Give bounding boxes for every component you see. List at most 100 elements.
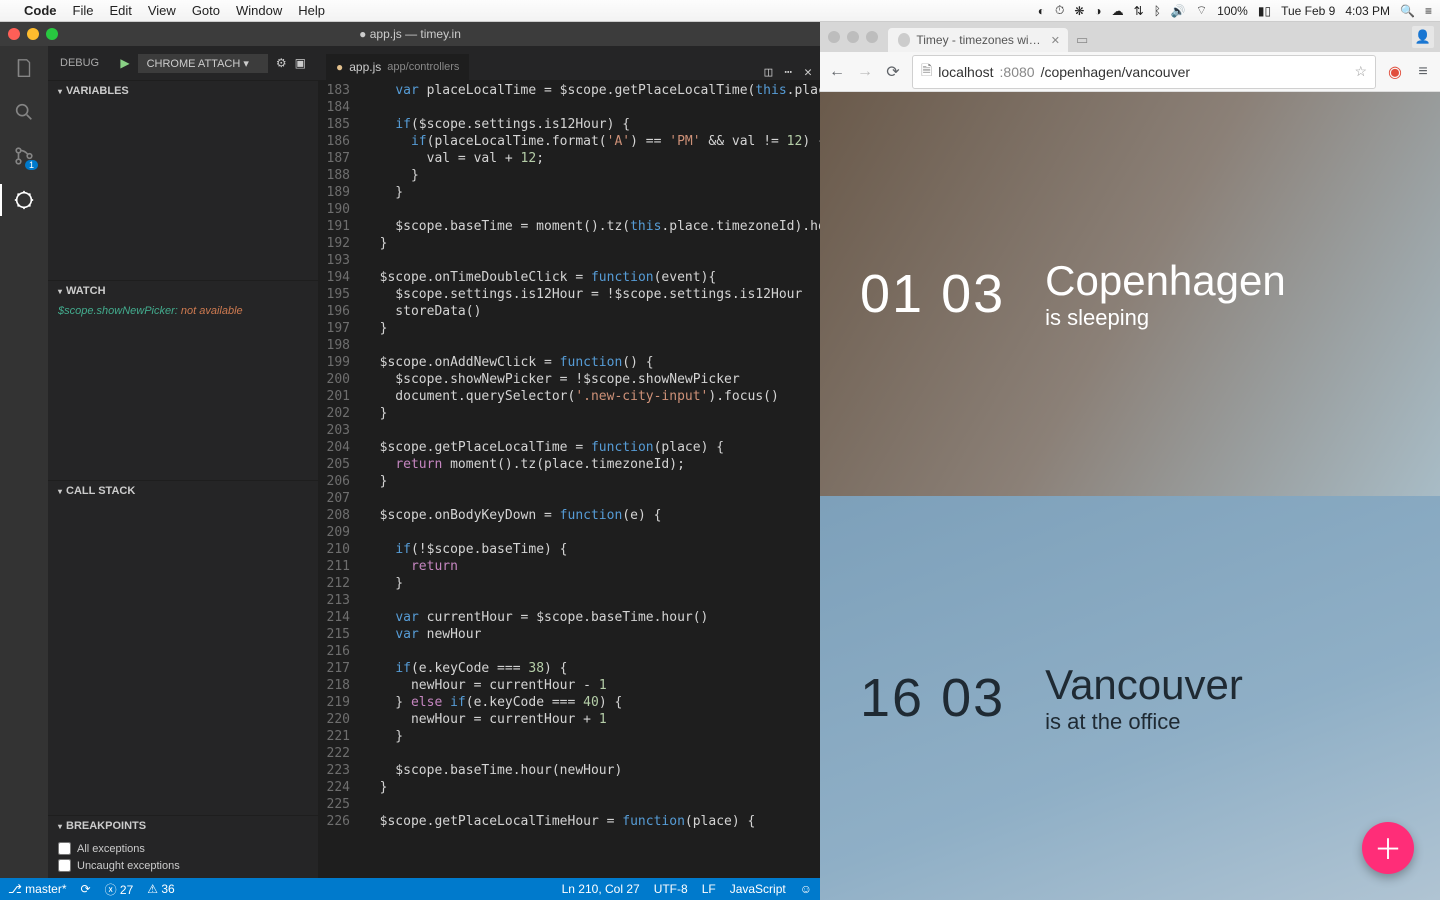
code-line[interactable]: 192 } — [318, 235, 820, 252]
code-line[interactable]: 185 if($scope.settings.is12Hour) { — [318, 116, 820, 133]
menubar-time[interactable]: 4:03 PM — [1345, 4, 1390, 18]
breakpoints-section-header[interactable]: ▾BREAKPOINTS — [48, 816, 318, 836]
bookmark-icon[interactable]: ☆ — [1354, 63, 1367, 80]
code-line[interactable]: 193 — [318, 252, 820, 269]
chrome-menu-icon[interactable]: ≡ — [1414, 63, 1432, 81]
menubar-date[interactable]: Tue Feb 9 — [1281, 4, 1335, 18]
search-icon[interactable] — [12, 100, 36, 124]
window-minimize-icon[interactable] — [27, 28, 39, 40]
browser-tab[interactable]: Timey - timezones with a h ✕ — [888, 28, 1068, 52]
add-city-button[interactable]: ＋ — [1362, 822, 1414, 874]
timezone-card[interactable]: 01 03 Copenhagen is sleeping — [820, 92, 1440, 496]
feedback-icon[interactable]: ☺ — [800, 882, 812, 896]
code-line[interactable]: 205 return moment().tz(place.timezoneId)… — [318, 456, 820, 473]
menu-view[interactable]: View — [148, 3, 176, 18]
code-line[interactable]: 214 var currentHour = $scope.baseTime.ho… — [318, 609, 820, 626]
menubar-volume-icon[interactable]: 🔊 — [1171, 4, 1186, 18]
close-editor-icon[interactable]: ✕ — [804, 65, 812, 80]
menubar-dropbox-icon[interactable]: ◑ — [1094, 4, 1101, 18]
app-menu[interactable]: Code — [24, 3, 57, 18]
code-line[interactable]: 184 — [318, 99, 820, 116]
code-line[interactable]: 223 $scope.baseTime.hour(newHour) — [318, 762, 820, 779]
code-line[interactable]: 196 storeData() — [318, 303, 820, 320]
code-line[interactable]: 218 newHour = currentHour - 1 — [318, 677, 820, 694]
debug-icon[interactable] — [12, 188, 36, 212]
extension-icon[interactable]: ◉ — [1386, 62, 1404, 82]
window-close-icon[interactable] — [828, 31, 840, 43]
code-line[interactable]: 188 } — [318, 167, 820, 184]
new-tab-icon[interactable]: ▭ — [1068, 28, 1096, 52]
reload-icon[interactable]: ⟳ — [884, 62, 902, 82]
encoding[interactable]: UTF-8 — [654, 882, 688, 896]
code-line[interactable]: 194 $scope.onTimeDoubleClick = function(… — [318, 269, 820, 286]
variables-section-header[interactable]: ▾VARIABLES — [48, 81, 318, 101]
code-line[interactable]: 198 — [318, 337, 820, 354]
code-line[interactable]: 221 } — [318, 728, 820, 745]
code-line[interactable]: 219 } else if(e.keyCode === 40) { — [318, 694, 820, 711]
code-line[interactable]: 213 — [318, 592, 820, 609]
watch-section-header[interactable]: ▾WATCH — [48, 281, 318, 301]
battery-icon[interactable]: ▮▯ — [1258, 4, 1271, 18]
menubar-bluetooth-icon[interactable]: ᛒ — [1154, 4, 1161, 18]
debug-config-select[interactable]: Chrome Attach ▾ — [138, 54, 268, 73]
code-line[interactable]: 211 return — [318, 558, 820, 575]
code-line[interactable]: 186 if(placeLocalTime.format('A') == 'PM… — [318, 133, 820, 150]
code-line[interactable]: 201 document.querySelector('.new-city-in… — [318, 388, 820, 405]
timezone-card[interactable]: 16 03 Vancouver is at the office — [820, 496, 1440, 900]
warnings-count[interactable]: ⚠ 36 — [147, 882, 174, 896]
code-line[interactable]: 197 } — [318, 320, 820, 337]
code-line[interactable]: 210 if(!$scope.baseTime) { — [318, 541, 820, 558]
spotlight-icon[interactable]: 🔍 — [1400, 4, 1415, 18]
code-line[interactable]: 217 if(e.keyCode === 38) { — [318, 660, 820, 677]
window-close-icon[interactable] — [8, 28, 20, 40]
eol[interactable]: LF — [702, 882, 716, 896]
code-line[interactable]: 195 $scope.settings.is12Hour = !$scope.s… — [318, 286, 820, 303]
profile-icon[interactable]: 👤 — [1412, 26, 1434, 48]
editor-tab[interactable]: ● app.js app/controllers — [326, 54, 469, 80]
menu-window[interactable]: Window — [236, 3, 282, 18]
window-minimize-icon[interactable] — [847, 31, 859, 43]
start-debug-icon[interactable]: ▶ — [120, 56, 129, 70]
code-line[interactable]: 225 — [318, 796, 820, 813]
code-line[interactable]: 190 — [318, 201, 820, 218]
errors-count[interactable]: ⓧ 27 — [105, 881, 134, 898]
back-icon[interactable]: ← — [828, 63, 846, 81]
code-line[interactable]: 222 — [318, 745, 820, 762]
menubar-extras-icon[interactable]: ⏱ — [1055, 3, 1064, 18]
menu-edit[interactable]: Edit — [109, 3, 131, 18]
code-line[interactable]: 183 var placeLocalTime = $scope.getPlace… — [318, 82, 820, 99]
window-zoom-icon[interactable] — [866, 31, 878, 43]
battery-percent[interactable]: 100% — [1217, 4, 1248, 18]
code-line[interactable]: 206 } — [318, 473, 820, 490]
site-info-icon[interactable]: 🗎 — [921, 60, 932, 84]
code-line[interactable]: 204 $scope.getPlaceLocalTime = function(… — [318, 439, 820, 456]
code-line[interactable]: 200 $scope.showNewPicker = !$scope.showN… — [318, 371, 820, 388]
menubar-sync-icon[interactable]: ⇅ — [1134, 4, 1144, 18]
explorer-icon[interactable] — [12, 56, 36, 80]
menu-file[interactable]: File — [73, 3, 94, 18]
code-line[interactable]: 202 } — [318, 405, 820, 422]
language-mode[interactable]: JavaScript — [730, 882, 786, 896]
git-branch[interactable]: ⎇ master* — [8, 882, 67, 896]
close-tab-icon[interactable]: ✕ — [1051, 34, 1060, 47]
menubar-wifi-icon[interactable]: ⌔ — [1196, 3, 1207, 18]
bp-uncaught-exceptions[interactable]: Uncaught exceptions — [58, 857, 308, 874]
code-line[interactable]: 212 } — [318, 575, 820, 592]
bp-all-exceptions[interactable]: All exceptions — [58, 840, 308, 857]
code-line[interactable]: 224 } — [318, 779, 820, 796]
code-line[interactable]: 191 $scope.baseTime = moment().tz(this.p… — [318, 218, 820, 235]
code-line[interactable]: 215 var newHour — [318, 626, 820, 643]
source-control-icon[interactable]: 1 — [12, 144, 36, 168]
address-bar[interactable]: 🗎 localhost:8080/copenhagen/vancouver ☆ — [912, 55, 1376, 89]
more-actions-icon[interactable]: ⋯ — [784, 65, 792, 80]
menubar-extras-icon[interactable]: ◐ — [1038, 4, 1045, 18]
cursor-position[interactable]: Ln 210, Col 27 — [562, 882, 640, 896]
forward-icon[interactable]: → — [856, 63, 874, 81]
code-line[interactable]: 209 — [318, 524, 820, 541]
menu-goto[interactable]: Goto — [192, 3, 220, 18]
sync-icon[interactable]: ⟳ — [81, 882, 91, 896]
code-editor[interactable]: 183 var placeLocalTime = $scope.getPlace… — [318, 80, 820, 878]
code-line[interactable]: 189 } — [318, 184, 820, 201]
code-line[interactable]: 226 $scope.getPlaceLocalTimeHour = funct… — [318, 813, 820, 830]
vscode-title-bar[interactable]: ● app.js — timey.in — [0, 22, 820, 46]
